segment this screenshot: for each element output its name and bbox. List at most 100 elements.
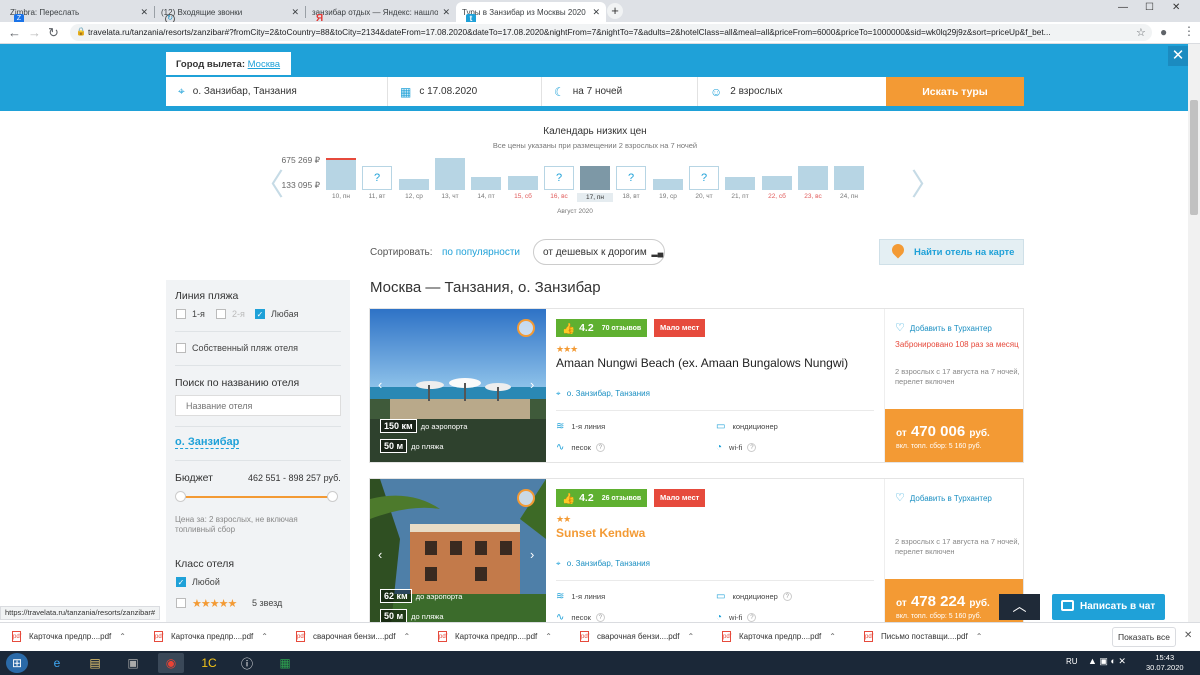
calendar-day-bar[interactable] bbox=[471, 177, 501, 190]
back-arrow-icon[interactable]: ← bbox=[8, 25, 21, 40]
price-button[interactable]: от 470 006 руб. вкл. топл. сбор: 5 160 р… bbox=[885, 409, 1023, 462]
budget-slider-track[interactable] bbox=[180, 496, 333, 498]
add-favorite-button[interactable]: ♡ Добавить в Турхантер bbox=[895, 491, 992, 504]
download-item[interactable]: pdf Карточка предпр....pdf ⌃ bbox=[438, 631, 552, 642]
1c-app-icon[interactable]: 1С bbox=[196, 653, 222, 673]
calendar-day-bar[interactable] bbox=[653, 179, 683, 190]
rating-badge[interactable]: 👍 4.2 70 отзывов bbox=[556, 319, 648, 337]
hotel-name-link[interactable]: Sunset Kendwa bbox=[556, 526, 645, 540]
forward-arrow-icon[interactable]: → bbox=[28, 25, 41, 40]
close-window-icon[interactable]: ✕ bbox=[1172, 2, 1180, 13]
line2-checkbox[interactable] bbox=[216, 309, 226, 319]
hotel-name-input[interactable] bbox=[175, 395, 341, 416]
chevron-up-icon[interactable]: ⌃ bbox=[545, 632, 552, 641]
calendar-day-bar[interactable]: ? bbox=[616, 166, 646, 190]
download-item[interactable]: pdf Карточка предпр....pdf ⌃ bbox=[722, 631, 836, 642]
class-5-checkbox[interactable] bbox=[176, 598, 186, 608]
calendar-day-bar[interactable] bbox=[834, 166, 864, 190]
calendar-prev-arrow-icon[interactable]: 〈 bbox=[254, 160, 284, 204]
add-favorite-button[interactable]: ♡ Добавить в Турхантер bbox=[895, 321, 992, 334]
photo-next-icon[interactable]: › bbox=[530, 547, 534, 562]
new-tab-button[interactable]: + bbox=[607, 3, 623, 19]
chevron-up-icon[interactable]: ⌃ bbox=[687, 632, 694, 641]
browser-tab-active[interactable]: t Туры в Занзибар из Москвы 2020 ✕ bbox=[456, 2, 606, 22]
system-clock[interactable]: 15:43 30.07.2020 bbox=[1146, 653, 1184, 673]
excel-icon[interactable]: ▦ bbox=[272, 653, 298, 673]
chevron-up-icon[interactable]: ⌃ bbox=[261, 632, 268, 641]
browser-tab[interactable]: Я занзибар отдых — Яндекс: нашлось ✕ bbox=[306, 2, 456, 23]
scroll-up-button[interactable]: ︿ bbox=[999, 594, 1040, 620]
profile-icon[interactable]: ● bbox=[1160, 25, 1167, 39]
calendar-day-bar[interactable] bbox=[762, 176, 792, 190]
reload-icon[interactable]: ↻ bbox=[48, 25, 59, 41]
chevron-up-icon[interactable]: ⌃ bbox=[403, 632, 410, 641]
tray-icons[interactable]: ▲ ▣ ◐ ✕ bbox=[1088, 656, 1126, 667]
download-item[interactable]: pdf сварочная бензи....pdf ⌃ bbox=[296, 631, 410, 642]
maximize-window-icon[interactable]: ☐ bbox=[1145, 2, 1154, 13]
help-icon[interactable]: ? bbox=[747, 443, 757, 452]
bookmark-star-icon[interactable]: ☆ bbox=[1136, 26, 1146, 39]
close-tab-icon[interactable]: ✕ bbox=[291, 7, 299, 18]
calendar-day-bar[interactable] bbox=[326, 158, 356, 190]
show-all-downloads-button[interactable]: Показать все bbox=[1112, 627, 1176, 647]
browser-tab[interactable]: Z Zimbra: Переслать ✕ bbox=[4, 2, 154, 22]
photo-prev-icon[interactable]: ‹ bbox=[378, 547, 382, 562]
destination-field[interactable]: ⌖ о. Занзибар, Танзания bbox=[166, 77, 388, 106]
photo-prev-icon[interactable]: ‹ bbox=[378, 377, 382, 392]
calendar-day-bar[interactable] bbox=[798, 166, 828, 190]
help-icon[interactable]: ? bbox=[747, 613, 757, 622]
chevron-up-icon[interactable]: ⌃ bbox=[829, 632, 836, 641]
download-item[interactable]: pdf Письмо поставщи....pdf ⌃ bbox=[864, 631, 982, 642]
date-field[interactable]: ▦ с 17.08.2020 bbox=[388, 77, 542, 106]
download-item[interactable]: pdf сварочная бензи....pdf ⌃ bbox=[580, 631, 694, 642]
sort-popular-link[interactable]: по популярности bbox=[442, 247, 520, 258]
calendar-next-arrow-icon[interactable]: 〉 bbox=[911, 160, 941, 204]
help-icon[interactable]: ? bbox=[595, 613, 605, 622]
hotel-name-link[interactable]: Amaan Nungwi Beach (ex. Amaan Bungalows … bbox=[556, 356, 848, 370]
close-tab-icon[interactable]: ✕ bbox=[592, 7, 600, 18]
calendar-day-bar[interactable]: ? bbox=[362, 166, 392, 190]
language-indicator[interactable]: RU bbox=[1066, 657, 1078, 666]
hotel-card[interactable]: ‹ › 150 км до аэропорта 50 м до пляжа 👍 … bbox=[369, 308, 1024, 463]
chevron-up-icon[interactable]: ⌃ bbox=[119, 632, 126, 641]
browser-menu-icon[interactable]: ⋮ bbox=[1183, 24, 1195, 38]
url-input[interactable]: travelata.ru/tanzania/resorts/zanzibar#?… bbox=[70, 24, 1152, 41]
calendar-day-bar[interactable] bbox=[508, 176, 538, 190]
hotel-photo[interactable]: ‹ › 150 км до аэропорта 50 м до пляжа bbox=[370, 309, 546, 462]
app-icon[interactable]: ▣ bbox=[120, 653, 146, 673]
lock-icon[interactable]: 🔒 bbox=[76, 27, 86, 36]
download-item[interactable]: pdf Карточка предпр....pdf ⌃ bbox=[12, 631, 126, 642]
close-tab-icon[interactable]: ✕ bbox=[442, 7, 450, 18]
hotel-location[interactable]: ⌖ о. Занзибар, Танзания bbox=[556, 559, 650, 569]
scrollbar-thumb[interactable] bbox=[1190, 100, 1198, 215]
close-downloads-icon[interactable]: ✕ bbox=[1184, 630, 1192, 641]
start-button-icon[interactable]: ⊞ bbox=[6, 653, 28, 673]
hotel-photo[interactable]: ‹ › 62 км до аэропорта 50 м до пляжа bbox=[370, 479, 546, 632]
close-icon[interactable]: ✕ bbox=[1168, 46, 1188, 66]
nights-field[interactable]: ☾ на 7 ночей bbox=[542, 77, 698, 106]
chevron-up-icon[interactable]: ⌃ bbox=[976, 632, 983, 641]
help-icon[interactable]: ? bbox=[595, 443, 605, 452]
calendar-day-bar[interactable]: ? bbox=[689, 166, 719, 190]
resort-link[interactable]: о. Занзибар bbox=[175, 436, 240, 449]
calendar-day-bar[interactable] bbox=[725, 177, 755, 190]
minimize-window-icon[interactable]: — bbox=[1118, 2, 1128, 13]
guests-field[interactable]: ☺ 2 взрослых bbox=[698, 77, 886, 106]
budget-slider-max-handle[interactable] bbox=[327, 491, 338, 502]
chrome-icon[interactable]: ◉ bbox=[158, 653, 184, 673]
help-icon[interactable]: ? bbox=[782, 592, 792, 601]
file-explorer-icon[interactable]: ▤ bbox=[82, 653, 108, 673]
line1-checkbox[interactable] bbox=[176, 309, 186, 319]
budget-slider-min-handle[interactable] bbox=[175, 491, 186, 502]
calendar-day-bar[interactable] bbox=[435, 158, 465, 190]
find-on-map-button[interactable]: Найти отель на карте bbox=[879, 239, 1024, 265]
class-any-checkbox[interactable]: ✓ bbox=[176, 577, 186, 587]
rating-badge[interactable]: 👍 4.2 26 отзывов bbox=[556, 489, 648, 507]
hotel-card[interactable]: ‹ › 62 км до аэропорта 50 м до пляжа 👍 4… bbox=[369, 478, 1024, 633]
calendar-day-bar[interactable]: ? bbox=[544, 166, 574, 190]
close-tab-icon[interactable]: ✕ bbox=[140, 7, 148, 18]
own-beach-checkbox[interactable] bbox=[176, 343, 186, 353]
departure-city-selector[interactable]: Город вылета: Москва bbox=[166, 52, 291, 75]
chat-button[interactable]: Написать в чат bbox=[1052, 594, 1165, 620]
search-tours-button[interactable]: Искать туры bbox=[886, 77, 1024, 106]
